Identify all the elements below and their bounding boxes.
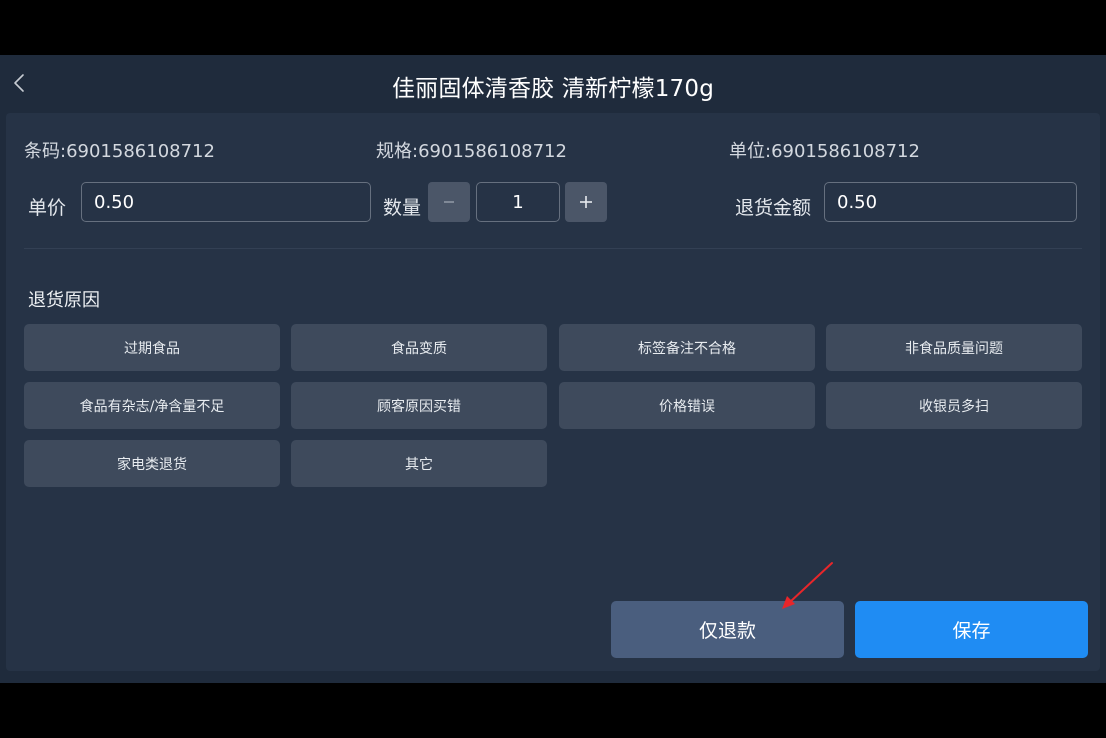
reason-option[interactable]: 食品有杂志/净含量不足 <box>24 382 280 429</box>
quantity-input[interactable] <box>476 182 560 222</box>
reason-option[interactable]: 收银员多扫 <box>826 382 1082 429</box>
return-reason-title: 退货原因 <box>28 290 100 311</box>
unit-info: 单位:6901586108712 <box>729 137 920 163</box>
price-input[interactable] <box>81 182 371 222</box>
refund-amount-input[interactable] <box>824 182 1077 222</box>
minus-icon <box>444 201 454 203</box>
unit-value: 6901586108712 <box>771 141 920 162</box>
barcode-label: 条码: <box>24 141 67 162</box>
barcode-info: 条码:6901586108712 <box>24 137 215 163</box>
reason-option[interactable]: 顾客原因买错 <box>291 382 547 429</box>
page-title: 佳丽固体清香胶 清新柠檬170g <box>391 76 714 102</box>
save-button[interactable]: 保存 <box>855 601 1088 658</box>
reason-option[interactable]: 过期食品 <box>24 324 280 371</box>
return-edit-screen: 佳丽固体清香胶 清新柠檬170g 条码:6901586108712 规格:690… <box>0 55 1106 683</box>
quantity-label: 数量 <box>383 197 422 219</box>
refund-amount-label: 退货金额 <box>735 197 812 219</box>
spec-label: 规格: <box>376 141 419 162</box>
section-divider <box>24 248 1082 249</box>
header-bar: 佳丽固体清香胶 清新柠檬170g <box>0 55 1106 113</box>
spec-info: 规格:6901586108712 <box>376 137 567 163</box>
reason-option[interactable]: 非食品质量问题 <box>826 324 1082 371</box>
reason-option[interactable]: 食品变质 <box>291 324 547 371</box>
reason-option[interactable]: 其它 <box>291 440 547 487</box>
price-label: 单价 <box>28 197 67 219</box>
refund-only-button[interactable]: 仅退款 <box>611 601 844 658</box>
product-detail-panel: 条码:6901586108712 规格:6901586108712 单位:690… <box>6 113 1100 671</box>
barcode-value: 6901586108712 <box>66 141 215 162</box>
spec-value: 6901586108712 <box>418 141 567 162</box>
quantity-increment-button[interactable] <box>565 182 607 222</box>
unit-label: 单位: <box>729 141 772 162</box>
quantity-decrement-button[interactable] <box>428 182 470 222</box>
reason-option[interactable]: 价格错误 <box>559 382 815 429</box>
plus-icon <box>580 196 592 208</box>
reason-option[interactable]: 标签备注不合格 <box>559 324 815 371</box>
reason-option[interactable]: 家电类退货 <box>24 440 280 487</box>
